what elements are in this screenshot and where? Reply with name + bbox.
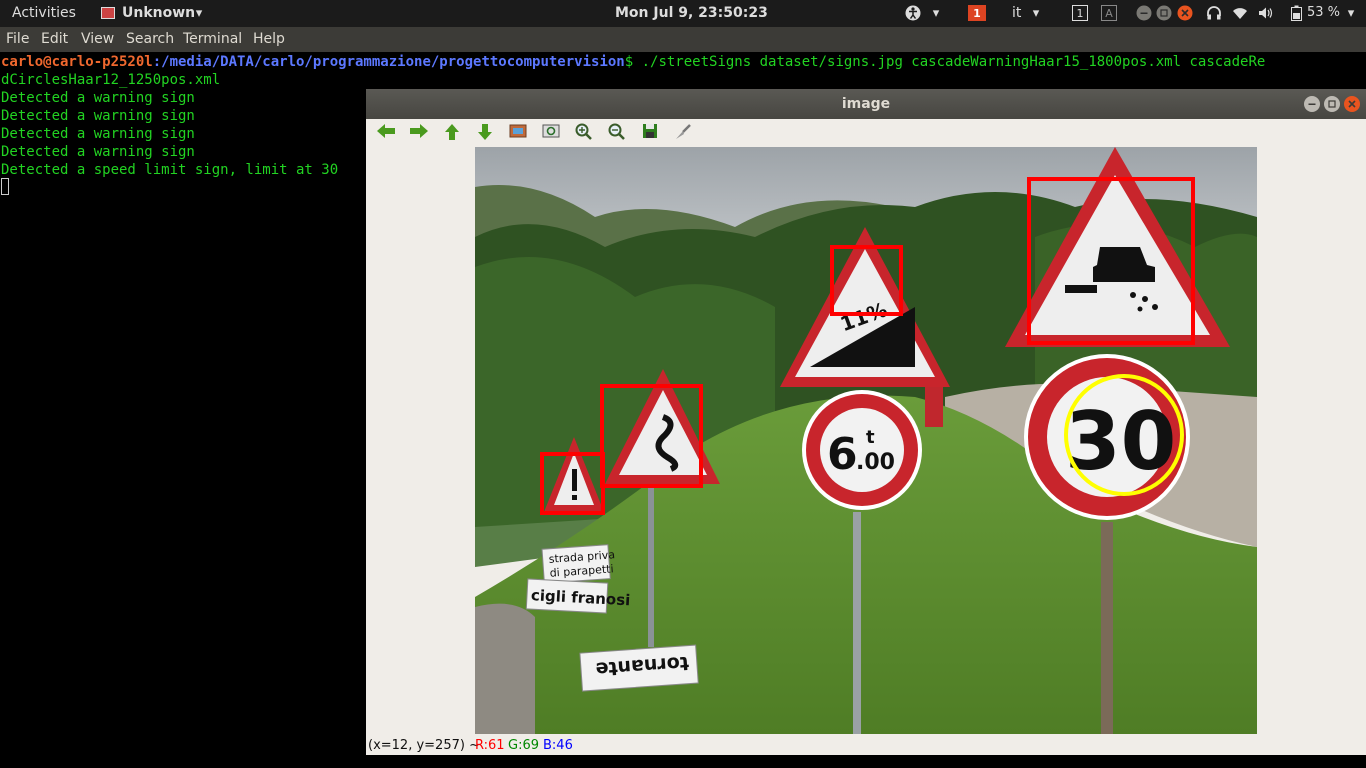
prompt-path: :/media/DATA/carlo/programmazione/proget…: [152, 54, 625, 70]
app-menu-label[interactable]: Unknown: [122, 5, 195, 21]
output-line: Detected a warning sign: [1, 144, 195, 160]
arrow-down-icon[interactable]: [474, 123, 496, 143]
chevron-down-icon[interactable]: ▾: [930, 5, 942, 21]
sign-post: [853, 512, 861, 734]
save-icon[interactable]: [639, 123, 661, 143]
image-window: image 11% 6 t .00 30 strada priva di par…: [366, 89, 1366, 755]
chevron-down-icon[interactable]: ▾: [1030, 5, 1042, 21]
output-line: Detected a speed limit sign, limit at 30: [1, 162, 339, 178]
output-line: Detected a warning sign: [1, 90, 195, 106]
minimize-icon[interactable]: [1136, 5, 1152, 21]
output-line: Detected a warning sign: [1, 108, 195, 124]
sign-post: [1101, 522, 1113, 734]
window-maximize-button[interactable]: [1324, 96, 1340, 112]
image-statusbar: (x=12, y=257) ~ R:61 G:69 B:46: [366, 737, 1366, 755]
maximize-icon[interactable]: [1156, 5, 1172, 21]
zoom-in-icon[interactable]: [573, 123, 595, 143]
properties-brush-icon[interactable]: [672, 123, 694, 143]
command-line: carlo@carlo-p2520l:/media/DATA/carlo/pro…: [1, 53, 1265, 71]
zoom-fit-icon[interactable]: [507, 123, 529, 143]
menu-edit[interactable]: Edit: [41, 31, 68, 47]
road-edge: [475, 603, 535, 734]
sign-back: [925, 387, 943, 427]
volume-icon[interactable]: [1258, 5, 1274, 21]
output-line: Detected a warning sign: [1, 126, 195, 142]
top-bar: Activities Unknown ▾ Mon Jul 9, 23:50:23…: [0, 0, 1366, 27]
image-toolbar: [366, 119, 1366, 147]
status-coordinates: (x=12, y=257) ~: [368, 738, 480, 753]
window-minimize-button[interactable]: [1304, 96, 1320, 112]
weight-limit-decimals: .00: [856, 450, 895, 475]
zoom-out-icon[interactable]: [606, 123, 628, 143]
window-close-button[interactable]: [1344, 96, 1360, 112]
menu-search[interactable]: Search: [126, 31, 174, 47]
sign-post: [648, 487, 654, 647]
weight-limit-number: 6: [827, 429, 858, 480]
notification-badge[interactable]: 1: [968, 5, 986, 21]
image-canvas[interactable]: 11% 6 t .00 30 strada priva di parapetti…: [475, 147, 1257, 734]
battery-percent[interactable]: 53 %: [1307, 5, 1340, 20]
chevron-down-icon[interactable]: ▾: [193, 5, 205, 21]
clock[interactable]: Mon Jul 9, 23:50:23: [615, 5, 768, 21]
menu-view[interactable]: View: [81, 31, 114, 47]
weight-limit-unit: t: [866, 427, 875, 448]
image-window-titlebar[interactable]: image: [366, 89, 1366, 119]
app-icon: [100, 5, 116, 21]
status-blue: B:46: [543, 738, 573, 753]
input-language[interactable]: it: [1012, 5, 1021, 21]
close-icon[interactable]: [1177, 5, 1193, 21]
prompt-user: carlo@carlo-p2520l: [1, 54, 153, 70]
status-green: G:69: [508, 738, 539, 753]
menu-file[interactable]: File: [6, 31, 29, 47]
image-window-title: image: [841, 96, 891, 112]
menu-terminal[interactable]: Terminal: [183, 31, 242, 47]
terminal-cursor: [1, 178, 9, 195]
chevron-down-icon[interactable]: ▾: [1345, 5, 1357, 21]
menu-help[interactable]: Help: [253, 31, 285, 47]
workspace-indicator-1[interactable]: 1: [1072, 5, 1088, 21]
activities-button[interactable]: Activities: [12, 5, 76, 21]
command-continuation: dCirclesHaar12_1250pos.xml: [1, 72, 221, 88]
workspace-indicator-2[interactable]: A: [1101, 5, 1117, 21]
status-red: R:61: [475, 738, 505, 753]
battery-icon[interactable]: [1290, 5, 1302, 21]
arrow-right-icon[interactable]: [408, 123, 430, 143]
wifi-icon[interactable]: [1232, 5, 1248, 21]
headphones-icon[interactable]: [1206, 5, 1222, 21]
zoom-original-icon[interactable]: [540, 123, 562, 143]
command-text: $ ./streetSigns dataset/signs.jpg cascad…: [624, 54, 1266, 70]
arrow-up-icon[interactable]: [441, 123, 463, 143]
terminal-menubar: File Edit View Search Terminal Help: [0, 27, 1366, 52]
accessibility-icon[interactable]: [904, 5, 922, 21]
arrow-left-icon[interactable]: [375, 123, 397, 143]
